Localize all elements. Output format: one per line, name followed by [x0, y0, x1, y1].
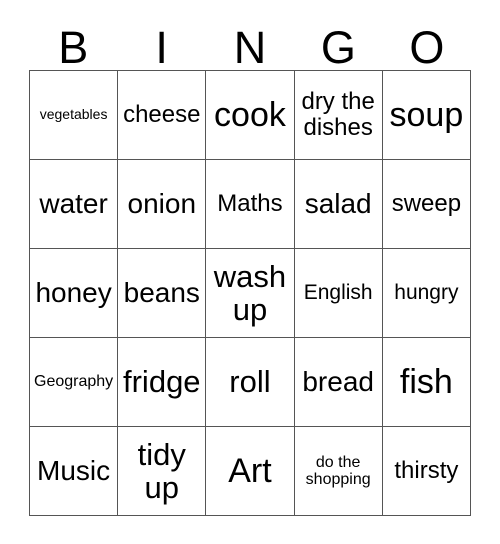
bingo-cell-label: thirsty [394, 457, 459, 485]
bingo-cell[interactable]: Geography [28, 337, 119, 427]
bingo-cell[interactable]: onion [117, 159, 207, 249]
bingo-cell-label: wash up [213, 258, 287, 327]
bingo-cell-label: Maths [217, 190, 283, 218]
bingo-cell-label: bread [302, 365, 374, 397]
bingo-cell[interactable]: fridge [117, 337, 207, 427]
bingo-cell-label: dry the dishes [301, 88, 375, 141]
bingo-cell[interactable]: wash up [205, 248, 295, 338]
bingo-cell[interactable]: sweep [381, 159, 472, 249]
bingo-cell-label: salad [304, 187, 372, 219]
bingo-cell-label: hungry [394, 280, 459, 304]
bingo-cell-label: onion [127, 187, 197, 219]
bingo-cell[interactable]: English [293, 248, 383, 338]
bingo-cell[interactable]: hungry [381, 248, 472, 338]
bingo-cell-label: Geography [34, 373, 114, 391]
bingo-row: honey beans wash up English hungry [28, 248, 472, 338]
bingo-cell[interactable]: Maths [205, 159, 295, 249]
bingo-header-row: B I N G O [29, 18, 471, 70]
bingo-cell[interactable]: roll [205, 337, 295, 427]
header-letter-n: N [233, 22, 267, 73]
bingo-cell[interactable]: thirsty [381, 426, 472, 516]
bingo-cell[interactable]: fish [381, 337, 472, 427]
bingo-cell-label: Art [228, 451, 272, 490]
bingo-cell-label: water [39, 187, 108, 219]
bingo-cell[interactable]: bread [293, 337, 383, 427]
bingo-cell-label: cook [214, 95, 286, 134]
bingo-cell-label: Music [37, 454, 111, 486]
bingo-cell[interactable]: soup [381, 70, 472, 160]
bingo-cell-label: fridge [123, 364, 201, 400]
bingo-cell-label: beans [123, 276, 200, 308]
bingo-row: Music tidy up Art do the shopping thirst… [28, 426, 472, 516]
bingo-cell[interactable]: Art [205, 426, 295, 516]
bingo-card: B I N G O vegetables cheese cook dry the… [28, 18, 472, 516]
bingo-cell[interactable]: cook [205, 70, 295, 160]
bingo-row: Geography fridge roll bread fish [28, 337, 472, 427]
bingo-cell[interactable]: Music [28, 426, 119, 516]
bingo-cell-label: tidy up [137, 436, 186, 505]
bingo-cell[interactable]: dry the dishes [293, 70, 383, 160]
bingo-cell-label: honey [35, 276, 112, 308]
bingo-cell[interactable]: vegetables [28, 70, 119, 160]
header-letter-o: O [409, 22, 445, 73]
bingo-cell[interactable]: salad [293, 159, 383, 249]
bingo-cell-label: roll [229, 364, 271, 400]
bingo-cell-label: sweep [391, 190, 462, 218]
header-letter-i: I [155, 22, 168, 73]
bingo-cell[interactable]: water [28, 159, 119, 249]
bingo-cell-label: English [303, 280, 373, 304]
bingo-cell[interactable]: do the shopping [293, 426, 383, 516]
bingo-cell-label: soup [389, 95, 464, 134]
bingo-cell-label: vegetables [39, 106, 108, 123]
bingo-cell-label: fish [399, 362, 453, 401]
bingo-grid: vegetables cheese cook dry the dishes so… [28, 70, 472, 516]
bingo-cell[interactable]: honey [28, 248, 119, 338]
bingo-cell-label: do the shopping [305, 453, 371, 488]
bingo-row: water onion Maths salad sweep [28, 159, 472, 249]
bingo-cell[interactable]: cheese [117, 70, 207, 160]
header-letter-b: B [58, 22, 89, 73]
bingo-cell[interactable]: beans [117, 248, 207, 338]
bingo-cell-label: cheese [123, 101, 201, 129]
bingo-row: vegetables cheese cook dry the dishes so… [28, 70, 472, 160]
bingo-cell[interactable]: tidy up [117, 426, 207, 516]
header-letter-g: G [320, 22, 356, 73]
